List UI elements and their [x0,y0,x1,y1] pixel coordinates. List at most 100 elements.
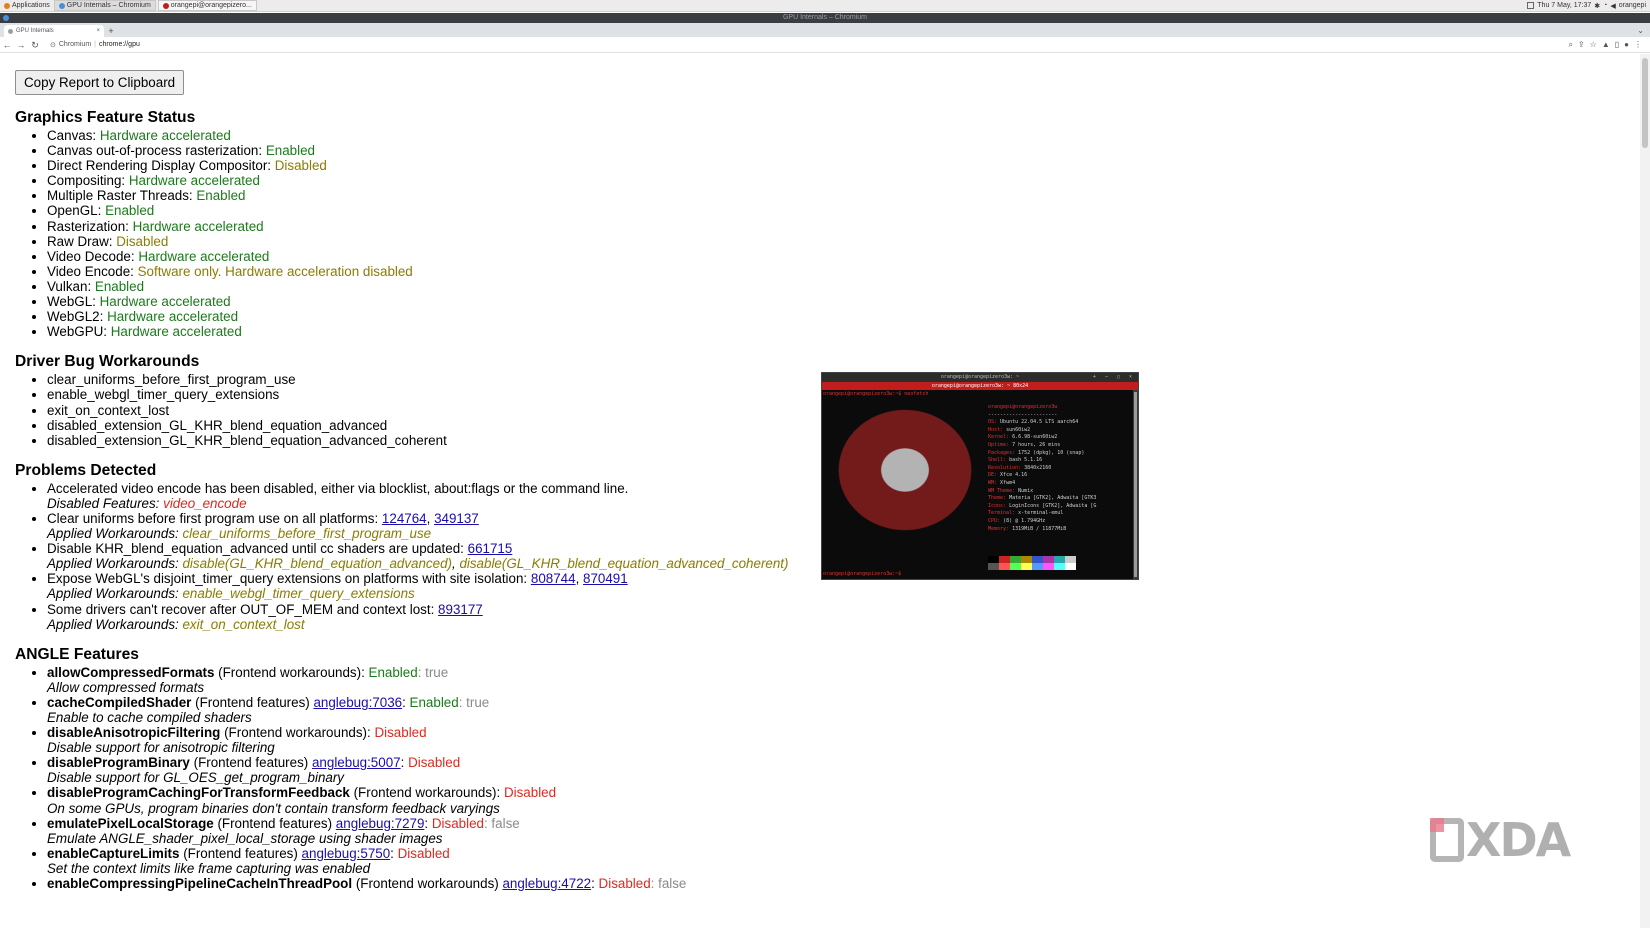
volume-icon[interactable]: ◀ [1610,2,1615,10]
palette-swatch [1054,563,1065,570]
anglebug-link[interactable]: anglebug:7036 [313,695,402,710]
palette-swatch [1032,563,1043,570]
xda-logo-icon [1430,818,1464,862]
page-scrollbar[interactable] [1640,54,1650,928]
window-title: GPU Internals – Chromium [782,14,868,21]
palette-swatch [999,556,1010,563]
angle-feature-item: cacheCompiledShader (Frontend features) … [47,695,1635,725]
neofetch-info: orangepi@orangepizero3w ----------------… [988,404,1097,532]
bluetooth-icon[interactable]: ✱ [1594,2,1600,10]
feature-status: Enabled [105,203,155,219]
feature-status: Hardware accelerated [128,173,260,189]
anglebug-link[interactable]: anglebug:5007 [312,755,401,770]
profile-icon[interactable]: ● [1624,40,1629,49]
anglebug-link[interactable]: anglebug:4722 [502,876,591,891]
graphics-feature-list: Canvas: Hardware accelerated Canvas out-… [15,128,1635,339]
user-menu[interactable]: orangepi [1619,2,1646,9]
bug-link[interactable]: 893177 [438,602,483,617]
feature-status: Enabled [196,188,246,204]
terminal-color-palette [988,556,1076,563]
applications-icon [4,2,10,9]
palette-swatch [1010,556,1021,563]
toolbar-actions: ⌕ ⇪ ☆ ▲ ▯ ● ⋮ [1568,40,1650,50]
browser-toolbar: ← → ↻ ⊙ Chromium | chrome://gpu ⌕ ⇪ ☆ ▲ … [0,37,1650,53]
palette-swatch [1054,556,1065,563]
feature-item-drdc: Direct Rendering Display Compositor: Dis… [47,158,1635,173]
palette-swatch [1021,563,1032,570]
share-icon[interactable]: ⇪ [1578,40,1585,49]
extensions-icon[interactable]: ▲ [1602,40,1610,49]
url-text[interactable]: chrome://gpu [99,41,140,48]
feature-status: Enabled [94,278,145,294]
graphics-feature-status-heading: Graphics Feature Status [15,109,196,126]
forward-icon[interactable]: → [14,38,28,52]
menu-kebab-icon[interactable]: ⋮ [1634,40,1642,49]
palette-swatch [1010,563,1021,570]
bug-link[interactable]: 808744 [531,571,576,586]
angle-feature-item: disableProgramCachingForTransformFeedbac… [47,785,1635,815]
terminal-icon [162,2,169,9]
palette-swatch [1065,563,1076,570]
system-tray: Thu 7 May, 17:37 ✱ ◔ ◀ orangepi [1527,2,1650,10]
workspace-switcher-icon[interactable] [1527,2,1535,9]
feature-status: Disabled [116,233,169,249]
tab-search-icon[interactable]: ⌄ [1637,25,1644,37]
problem-detail: Applied Workarounds: enable_webgl_timer_… [47,586,415,602]
angle-features-heading: ANGLE Features [15,645,139,663]
feature-item-rasterization: Rasterization: Hardware accelerated [47,219,1635,234]
bookmark-star-icon[interactable]: ☆ [1590,40,1597,49]
feature-item-webgl: WebGL: Hardware accelerated [47,294,1635,309]
terminal-screenshot: orangepi@orangepizero3w: ~ + – ▢ × orang… [821,372,1139,580]
feature-item-vulkan: Vulkan: Enabled [47,279,1635,294]
omnibox-separator: | [94,41,96,48]
taskbar-window-terminal[interactable]: orangepi@orangepizero... [157,0,257,11]
bug-link[interactable]: 661715 [468,541,513,556]
tab-close-icon[interactable]: × [96,28,100,34]
site-info-icon[interactable]: ⊙ [50,41,56,49]
reload-icon[interactable]: ↻ [28,38,42,52]
address-bar[interactable]: ⊙ Chromium | chrome://gpu [46,39,144,51]
new-tab-button[interactable]: + [104,25,118,37]
copy-report-button[interactable]: Copy Report to Clipboard [15,70,185,95]
angle-feature-item: emulatePixelLocalStorage (Frontend featu… [47,816,1635,846]
terminal-tab: orangepi@orangepizero3w: ~ 80x24 [822,382,1138,390]
terminal-prompt: orangepi@orangepizero3w:~$ neofetch [823,391,929,397]
feature-status: Hardware accelerated [99,128,231,143]
page-scrollbar-thumb[interactable] [1642,58,1648,148]
feature-item-webgpu: WebGPU: Hardware accelerated [47,324,1635,339]
chromium-icon [58,2,65,9]
feature-status: Software only. Hardware acceleration dis… [137,263,413,279]
xda-watermark-logo: XDA [1430,813,1590,867]
feature-status: Enabled [265,143,315,159]
anglebug-link[interactable]: anglebug:7279 [336,816,425,831]
problem-detail: Applied Workarounds: exit_on_context_los… [47,616,305,632]
tab-strip: GPU Internals × + ⌄ [0,23,1650,37]
chromium-app-icon [3,15,9,21]
xda-logo-text: XDA [1466,813,1571,867]
taskbar-window-chromium[interactable]: GPU Internals – Chromium [53,0,156,11]
network-icon[interactable]: ◔ [1603,2,1607,9]
side-panel-icon[interactable]: ▯ [1615,40,1619,49]
terminal-prompt: orangepi@orangepizero3w:~$ [823,571,902,577]
bug-link[interactable]: 870491 [583,571,628,586]
angle-feature-list: allowCompressedFormats (Frontend workaro… [15,665,1635,891]
feature-status: Disabled [274,158,327,174]
ubuntu-ascii-logo-icon [830,402,980,538]
feature-item-raster-threads: Multiple Raster Threads: Enabled [47,188,1635,203]
bug-link[interactable]: 124764 [382,511,427,526]
angle-feature-item: enableCaptureLimits (Frontend features) … [47,846,1635,876]
feature-item-video-decode: Video Decode: Hardware accelerated [47,249,1635,264]
tab-gpu-internals[interactable]: GPU Internals × [4,25,104,37]
clock[interactable]: Thu 7 May, 17:37 [1537,2,1591,9]
palette-swatch [999,563,1010,570]
palette-swatch [1043,563,1054,570]
applications-menu[interactable]: Applications [0,0,54,12]
desktop-top-panel: Applications GPU Internals – Chromium or… [0,0,1650,12]
feature-item-webgl2: WebGL2: Hardware accelerated [47,309,1635,324]
feature-status: Hardware accelerated [107,309,239,325]
zoom-icon[interactable]: ⌕ [1568,40,1572,50]
anglebug-link[interactable]: anglebug:5750 [302,846,391,861]
angle-feature-item: enableCompressingPipelineCacheInThreadPo… [47,876,1635,891]
back-icon[interactable]: ← [0,38,14,52]
bug-link[interactable]: 349137 [434,511,479,526]
